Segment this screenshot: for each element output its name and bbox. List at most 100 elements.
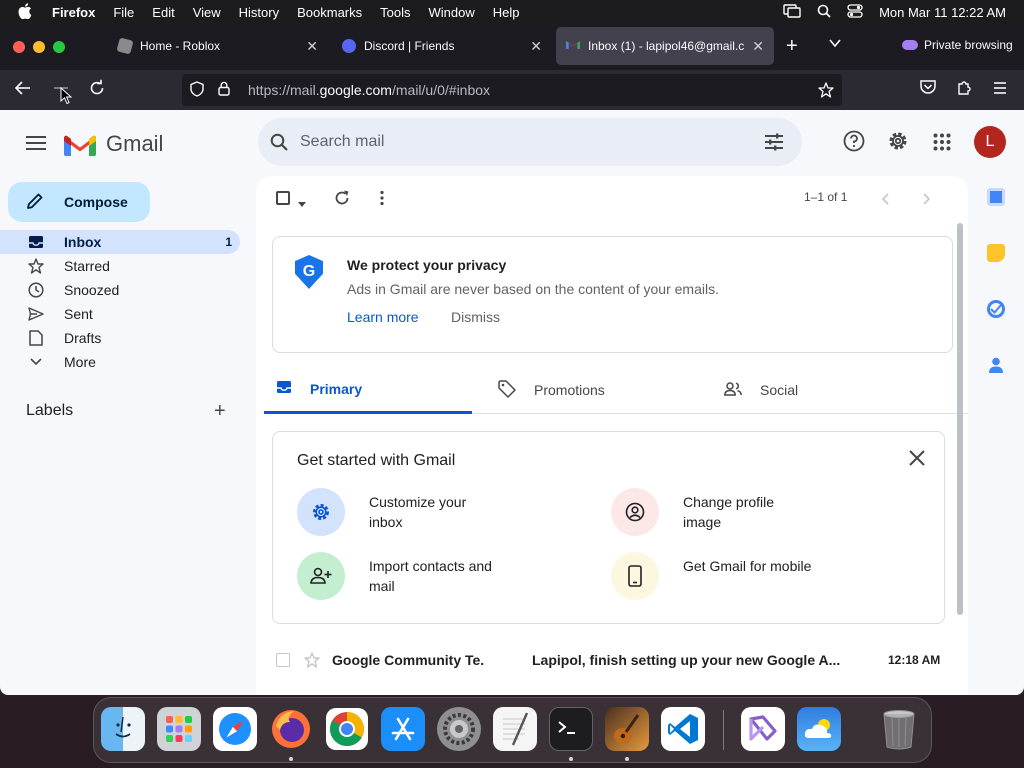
dock-trash-icon[interactable]	[877, 707, 921, 751]
new-tab-button[interactable]: +	[786, 36, 798, 56]
reload-icon[interactable]	[88, 79, 106, 101]
tracking-protection-shield-icon[interactable]	[190, 80, 204, 100]
dock-textedit-icon[interactable]	[493, 707, 537, 751]
row-star-icon[interactable]	[304, 652, 320, 671]
google-apps-grid-icon[interactable]	[933, 133, 951, 156]
account-avatar[interactable]: L	[974, 126, 1006, 158]
app-menu-hamburger-icon[interactable]	[992, 79, 1008, 99]
close-tab-icon[interactable]: ✕	[752, 38, 764, 55]
select-all-checkbox[interactable]	[276, 191, 290, 205]
nav-item-more[interactable]: More	[0, 350, 240, 374]
contacts-person-icon[interactable]	[987, 356, 1005, 374]
list-all-tabs-chevron-icon[interactable]	[828, 36, 842, 53]
settings-gear-icon[interactable]	[887, 130, 909, 157]
dock-finder-icon[interactable]	[101, 707, 145, 751]
mail-toolbar: 1–1 of 1	[256, 176, 968, 220]
browser-tab-roblox[interactable]: Home - Roblox ✕	[108, 27, 328, 65]
spotlight-search-icon[interactable]	[817, 4, 831, 21]
compose-button[interactable]: Compose	[8, 182, 150, 222]
search-mail-bar[interactable]: Search mail	[258, 118, 802, 166]
lock-icon[interactable]	[218, 81, 230, 99]
control-center-icon[interactable]	[847, 3, 863, 21]
search-icon[interactable]	[270, 133, 288, 156]
change-profile-image-item[interactable]: Change profile image	[611, 488, 813, 536]
close-icon[interactable]	[909, 446, 925, 472]
menu-tools[interactable]: Tools	[380, 5, 410, 20]
dock-app-store-icon[interactable]	[381, 707, 425, 751]
tab-title: Inbox (1) - lapipol46@gmail.com	[588, 39, 745, 53]
url-text[interactable]: https://mail.google.com/mail/u/0/#inbox	[248, 82, 490, 98]
refresh-icon[interactable]	[334, 190, 350, 211]
back-arrow-icon[interactable]	[14, 79, 32, 101]
dismiss-button[interactable]: Dismiss	[451, 309, 500, 325]
nav-item-starred[interactable]: Starred	[0, 254, 240, 278]
menu-history[interactable]: History	[239, 5, 279, 20]
nav-item-inbox[interactable]: Inbox 1	[0, 230, 240, 254]
dock-visual-studio-icon[interactable]	[741, 707, 785, 751]
dock-chrome-icon[interactable]	[325, 707, 369, 751]
nav-item-sent[interactable]: Sent	[0, 302, 240, 326]
create-label-plus-icon[interactable]: +	[214, 400, 226, 423]
menu-bookmarks[interactable]: Bookmarks	[297, 5, 362, 20]
dock-weather-icon[interactable]	[797, 707, 841, 751]
search-options-tune-icon[interactable]	[764, 133, 784, 156]
window-close-button[interactable]	[13, 41, 25, 53]
close-tab-icon[interactable]: ✕	[306, 38, 318, 55]
profile-icon	[611, 488, 659, 536]
app-menu-firefox[interactable]: Firefox	[52, 5, 95, 20]
gmail-logo[interactable]: Gmail	[64, 131, 163, 157]
dock-firefox-icon[interactable]	[269, 707, 313, 751]
nav-item-drafts[interactable]: Drafts	[0, 326, 240, 350]
menu-view[interactable]: View	[193, 5, 221, 20]
nav-item-snoozed[interactable]: Snoozed	[0, 278, 240, 302]
customize-inbox-item[interactable]: Customize your inbox	[297, 488, 499, 536]
dock-running-indicator	[625, 757, 629, 761]
menu-edit[interactable]: Edit	[152, 5, 174, 20]
dock-vscode-icon[interactable]	[661, 707, 705, 751]
gmail-mobile-item[interactable]: Get Gmail for mobile	[611, 552, 813, 600]
apple-menu-icon[interactable]	[18, 2, 38, 22]
menu-file[interactable]: File	[113, 5, 134, 20]
mail-list-panel: 1–1 of 1 G We protect your privacy Ads i…	[256, 176, 968, 695]
tab-label: Social	[760, 382, 799, 398]
tab-promotions[interactable]: Promotions	[498, 366, 706, 414]
table-row[interactable]: Google Community Te. Lapipol, finish set…	[256, 642, 968, 678]
row-checkbox[interactable]	[276, 653, 290, 667]
keep-notes-icon[interactable]	[987, 244, 1005, 262]
bookmark-star-icon[interactable]	[818, 82, 834, 101]
window-zoom-button[interactable]	[53, 41, 65, 53]
extensions-puzzle-icon[interactable]	[956, 79, 972, 99]
dock-system-settings-icon[interactable]	[437, 707, 481, 751]
dock-safari-icon[interactable]	[213, 707, 257, 751]
older-page-chevron-right-icon[interactable]	[922, 192, 931, 210]
support-help-icon[interactable]	[843, 130, 865, 157]
browser-tab-discord[interactable]: Discord | Friends ✕	[332, 27, 552, 65]
menubar-clock[interactable]: Mon Mar 11 12:22 AM	[879, 5, 1006, 20]
url-bar[interactable]: https://mail.google.com/mail/u/0/#inbox	[182, 74, 842, 106]
window-minimize-button[interactable]	[33, 41, 45, 53]
newer-page-chevron-left-icon[interactable]	[881, 192, 890, 210]
tab-social[interactable]: Social	[724, 366, 932, 414]
macos-dock	[93, 697, 932, 763]
pocket-icon[interactable]	[919, 79, 937, 99]
select-dropdown-caret-icon[interactable]	[298, 194, 306, 212]
menu-window[interactable]: Window	[429, 5, 475, 20]
send-icon	[28, 306, 44, 322]
import-contacts-item[interactable]: Import contacts and mail	[297, 552, 499, 600]
tasks-icon[interactable]	[987, 300, 1005, 318]
dock-launchpad-icon[interactable]	[157, 707, 201, 751]
gmail-page: Gmail Search mail L Compose Inbox 1 Star…	[0, 110, 1024, 695]
search-input[interactable]: Search mail	[300, 133, 384, 151]
browser-tab-gmail[interactable]: Inbox (1) - lapipol46@gmail.com ✕	[556, 27, 774, 65]
mail-list-scrollbar[interactable]	[957, 223, 963, 615]
dock-terminal-icon[interactable]	[549, 707, 593, 751]
calendar-icon[interactable]	[987, 188, 1005, 206]
learn-more-link[interactable]: Learn more	[347, 309, 419, 325]
main-menu-icon[interactable]	[26, 136, 46, 154]
tab-primary[interactable]: Primary	[264, 366, 472, 414]
close-tab-icon[interactable]: ✕	[530, 38, 542, 55]
dock-garageband-icon[interactable]	[605, 707, 649, 751]
menu-help[interactable]: Help	[493, 5, 520, 20]
screen-mirroring-icon[interactable]	[783, 3, 801, 21]
more-options-vertical-icon[interactable]	[380, 190, 384, 211]
